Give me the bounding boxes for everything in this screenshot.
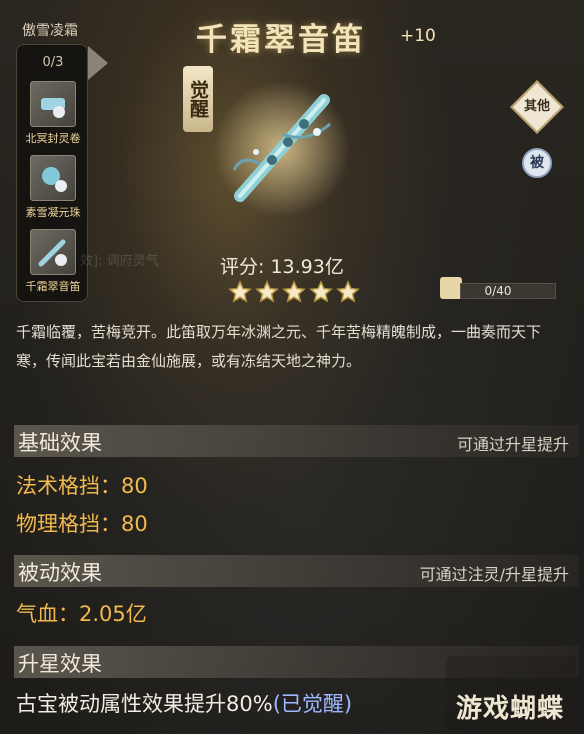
stat-label: 物理格挡： [16, 512, 121, 536]
set-title: 傲雪凌霜 [22, 23, 78, 39]
set-item-flute[interactable]: 千霜翠音笛 [21, 229, 85, 294]
item-level: +10 [400, 26, 436, 46]
set-item-label: 北冥封灵卷 [25, 132, 81, 145]
flute-icon [30, 229, 76, 275]
section-hint: 可通过注灵/升星提升 [419, 565, 569, 584]
star-rating [228, 280, 360, 304]
shard-progress-text: 0/40 [484, 284, 512, 298]
other-button[interactable]: 其他 [510, 80, 564, 134]
star-icon [255, 280, 279, 303]
stat-value: 80 [121, 474, 148, 498]
stat-value: 80 [121, 512, 148, 536]
item-description: 千霜临覆，苦梅竞开。此笛取万年冰渊之元、千年苦梅精魄制成，一曲奏而天下寒，传闻此… [16, 323, 542, 370]
stat-label: 气血： [16, 602, 79, 626]
section-hint: 可通过升星提升 [456, 435, 569, 454]
star-effect-desc: 古宝被动属性效果提升80% [16, 692, 273, 716]
base-effect-header: 基础效果 可通过升星提升 [14, 425, 579, 457]
section-title: 升星效果 [18, 652, 102, 676]
item-name: 千霜翠音笛 [196, 22, 366, 58]
passive-effect-header: 被动效果 可通过注灵/升星提升 [14, 555, 579, 587]
star-effect-text: 古宝被动属性效果提升80%(已觉醒) [16, 688, 352, 718]
stat-value: 2.05亿 [79, 602, 147, 626]
stat-physical-block: 物理格挡：80 [16, 508, 148, 538]
set-count: 0/3 [42, 55, 64, 70]
puzzle-piece-icon [440, 277, 462, 299]
set-item-pearl[interactable]: 素雪凝元珠 [21, 155, 85, 220]
set-collection-panel: 0/3 北冥封灵卷 素雪凝元珠 千霜翠音笛 [16, 44, 88, 302]
score-label: 评分: [220, 256, 265, 278]
stat-hp: 气血：2.05亿 [16, 598, 147, 628]
set-item-label: 素雪凝元珠 [25, 206, 81, 219]
awakened-status: (已觉醒) [272, 692, 353, 716]
star-icon [228, 280, 252, 303]
set-item-scroll[interactable]: 北冥封灵卷 [21, 81, 85, 146]
star-icon [282, 280, 306, 303]
star-icon [336, 280, 360, 303]
passive-button[interactable]: 被 [522, 148, 552, 178]
score: 评分: 13.93亿 [220, 252, 344, 279]
score-value: 13.93亿 [270, 256, 344, 278]
watermark-text: 游戏蝴蝶 [456, 694, 565, 724]
stat-magic-block: 法术格挡：80 [16, 470, 148, 500]
other-button-label: 其他 [523, 99, 550, 114]
flute-art-icon [214, 81, 350, 217]
scroll-icon [30, 81, 76, 127]
awaken-tag: 觉醒 [183, 66, 213, 132]
stat-label: 法术格挡： [16, 474, 121, 498]
star-icon [309, 280, 333, 303]
section-title: 基础效果 [18, 431, 102, 455]
set-item-label: 千霜翠音笛 [25, 280, 81, 293]
pearl-icon [30, 155, 76, 201]
section-title: 被动效果 [18, 561, 102, 585]
background-ghost-text: 效]: 调府灵气 [80, 254, 159, 269]
item-detail-panel: 傲雪凌霜 0/3 北冥封灵卷 素雪凝元珠 千霜翠音笛 千霜翠音笛 +10 觉醒 [0, 0, 584, 734]
collapse-arrow-icon[interactable] [88, 46, 108, 80]
